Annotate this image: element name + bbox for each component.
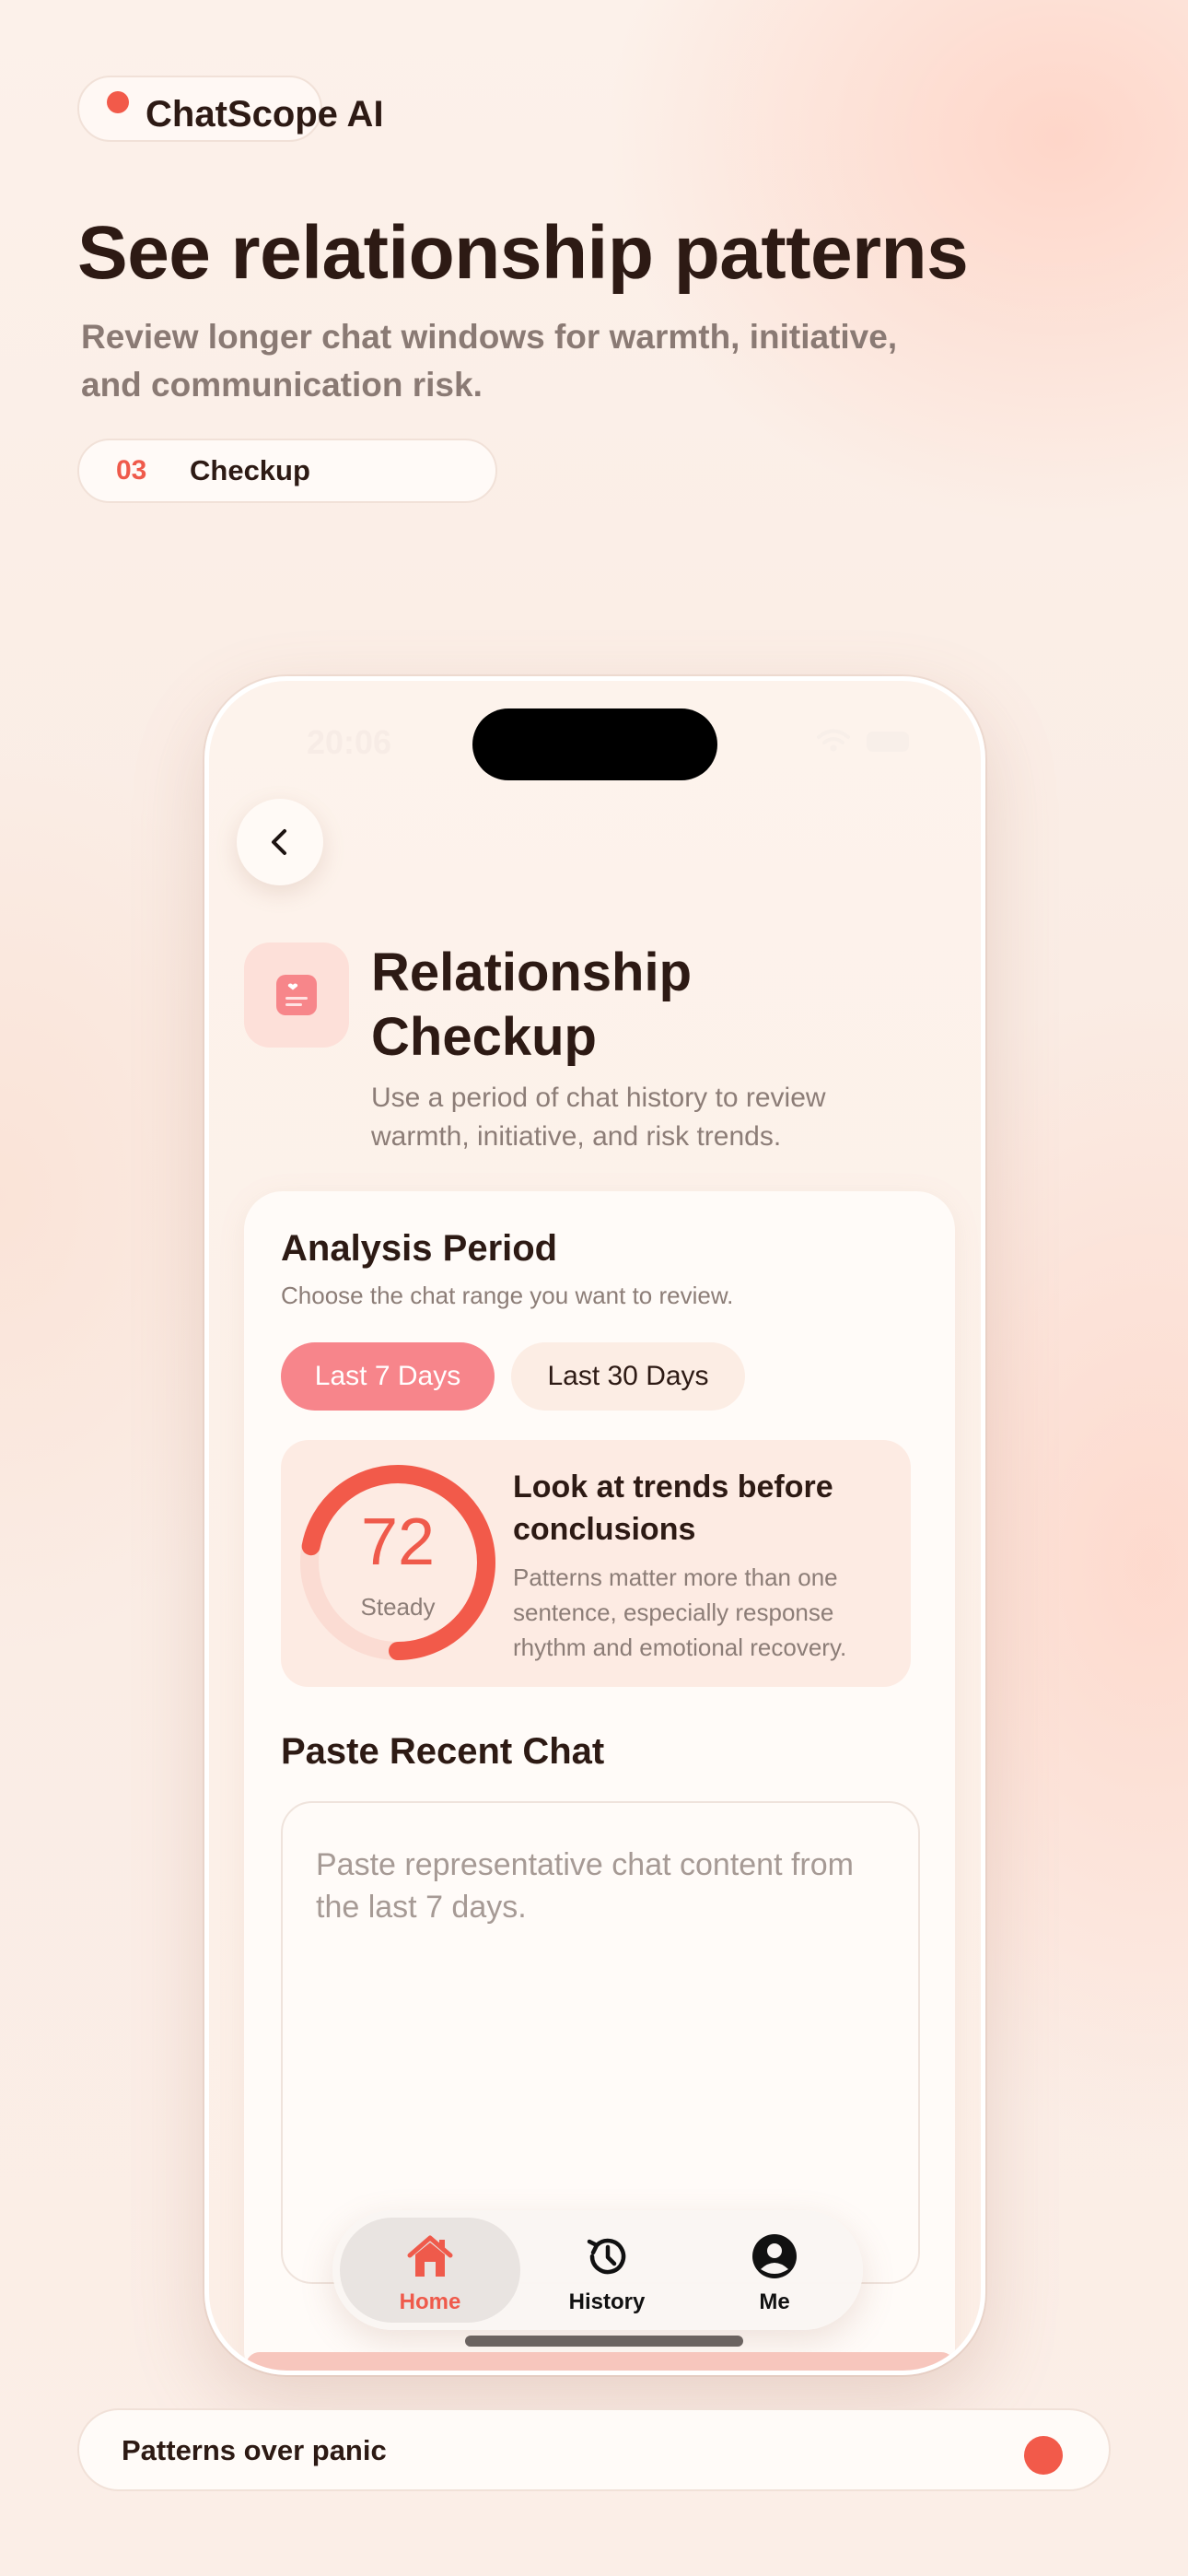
checkup-card: Analysis Period Choose the chat range yo… <box>244 1191 955 2371</box>
insight-body: Patterns matter more than one sentence, … <box>513 1563 847 1661</box>
user-icon <box>752 2234 797 2278</box>
footer-text: Patterns over panic <box>122 2434 387 2466</box>
phone-mockup: 20:06 Relationship Checkup Use a period … <box>204 676 985 2375</box>
paste-title: Paste Recent Chat <box>281 1731 605 1772</box>
home-indicator <box>465 2336 743 2347</box>
back-button[interactable] <box>237 799 323 885</box>
status-time: 20:06 <box>307 723 392 761</box>
bottom-action-edge <box>246 2352 955 2371</box>
score-value: 72 <box>360 1505 436 1579</box>
step-number: 03 <box>116 455 147 486</box>
tab-home[interactable]: Home <box>340 2218 520 2323</box>
period-subtitle: Choose the chat range you want to review… <box>281 1282 734 1309</box>
insight-panel: 72 Steady Look at trends before conclusi… <box>281 1440 911 1687</box>
wifi-icon <box>817 729 850 752</box>
journal-icon-glyph <box>276 975 317 1015</box>
page-subtitle: Use a period of chat history to review w… <box>371 1083 826 1152</box>
tab-home-label: Home <box>399 2289 461 2314</box>
home-icon <box>407 2235 453 2277</box>
tab-bar: Home History Me <box>332 2210 863 2330</box>
period-title: Analysis Period <box>281 1228 558 1269</box>
tab-me[interactable]: Me <box>693 2218 856 2323</box>
period-option-7-days[interactable]: Last 7 Days <box>281 1342 495 1411</box>
page-title: Relationship Checkup <box>371 943 693 1067</box>
footer-dot <box>1024 2436 1063 2475</box>
score-label: Steady <box>360 1593 436 1621</box>
tab-history[interactable]: History <box>526 2218 688 2323</box>
footer-tagline: Patterns over panic <box>77 2408 1111 2491</box>
history-icon <box>587 2238 626 2275</box>
journal-heart-icon <box>244 943 349 1048</box>
chat-paste-placeholder: Paste representative chat content from t… <box>316 1847 854 1925</box>
chevron-left-icon <box>272 829 286 855</box>
period-option-30-days[interactable]: Last 30 Days <box>511 1342 745 1411</box>
tab-history-label: History <box>568 2289 646 2314</box>
brand-badge: ChatScope AI <box>77 76 384 142</box>
tab-me-label: Me <box>759 2289 790 2314</box>
brand-name: ChatScope AI <box>146 94 384 135</box>
hero-subtitle: Review longer chat windows for warmth, i… <box>81 318 898 404</box>
battery-icon <box>867 732 909 752</box>
hero-title: See relationship patterns <box>77 211 969 295</box>
step-label: Checkup <box>190 454 310 486</box>
dynamic-island <box>472 708 717 780</box>
brand-dot <box>107 91 129 113</box>
step-badge: 03 Checkup <box>77 439 497 503</box>
insight-title: Look at trends before conclusions <box>513 1469 833 1547</box>
